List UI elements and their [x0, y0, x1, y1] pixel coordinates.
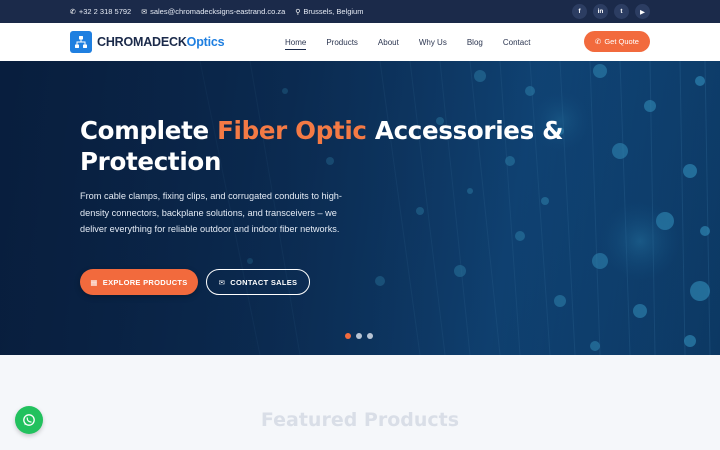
get-quote-button[interactable]: ✆ Get Quote [584, 31, 650, 52]
location-text: Brussels, Belgium [303, 7, 364, 16]
phone-contact[interactable]: ✆ +32 2 318 5792 [70, 7, 131, 16]
logo-main: CHROMADECK [97, 35, 187, 49]
facebook-icon[interactable]: f [572, 4, 587, 19]
envelope-icon: ✉ [141, 8, 148, 16]
contact-info: ✆ +32 2 318 5792 ✉ sales@chromadecksigns… [70, 0, 363, 23]
location-contact: ⚲ Brussels, Belgium [295, 7, 363, 16]
email-address: sales@chromadecksigns-eastrand.co.za [150, 7, 286, 16]
nav-about[interactable]: About [378, 23, 399, 61]
featured-products-heading: Featured Products [260, 409, 460, 431]
hero-title-highlight: Fiber Optic [217, 116, 367, 145]
hero-title: Complete Fiber Optic Accessories & Prote… [80, 115, 580, 177]
slider-dots [345, 333, 373, 339]
hero-slider: Complete Fiber Optic Accessories & Prote… [0, 61, 720, 355]
twitter-icon[interactable]: t [614, 4, 629, 19]
site-logo[interactable]: CHROMADECKOptics [70, 31, 225, 53]
explore-products-label: EXPLORE PRODUCTS [102, 277, 188, 287]
contact-sales-button[interactable]: ✉ CONTACT SALES [206, 269, 310, 295]
whatsapp-float-button[interactable] [15, 406, 43, 434]
whatsapp-icon [23, 414, 35, 426]
nav-why-us[interactable]: Why Us [419, 23, 447, 61]
slider-dot-3[interactable] [367, 333, 373, 339]
linkedin-icon[interactable]: in [593, 4, 608, 19]
youtube-icon[interactable]: ▶ [635, 4, 650, 19]
phone-number: +32 2 318 5792 [78, 7, 132, 16]
site-header: CHROMADECKOptics Home Products About Why… [0, 23, 720, 61]
nav-contact[interactable]: Contact [503, 23, 531, 61]
top-bar: ✆ +32 2 318 5792 ✉ sales@chromadecksigns… [0, 0, 720, 23]
get-quote-label: Get Quote [604, 37, 639, 46]
logo-accent: Optics [186, 35, 225, 49]
slider-dot-1[interactable] [345, 333, 351, 339]
hero-title-part1: Complete [80, 116, 218, 145]
hero-description: From cable clamps, fixing clips, and cor… [80, 191, 342, 234]
email-contact[interactable]: ✉ sales@chromadecksigns-eastrand.co.za [141, 7, 285, 16]
nav-home[interactable]: Home [285, 23, 307, 61]
whatsapp-icon: ✆ [595, 37, 602, 46]
main-nav: Home Products About Why Us Blog Contact [285, 23, 530, 61]
phone-icon: ✆ [70, 8, 76, 16]
social-links: f in t ▶ [572, 4, 650, 19]
envelope-icon: ✉ [218, 277, 226, 287]
explore-products-button[interactable]: ▦ EXPLORE PRODUCTS [80, 269, 198, 295]
slider-dot-2[interactable] [356, 333, 362, 339]
nav-blog[interactable]: Blog [467, 23, 483, 61]
network-logo-icon [70, 31, 92, 53]
map-pin-icon: ⚲ [295, 8, 301, 16]
logo-text: CHROMADECKOptics [97, 35, 225, 49]
catalog-icon: ▦ [90, 277, 98, 287]
nav-products[interactable]: Products [326, 23, 358, 61]
contact-sales-label: CONTACT SALES [230, 277, 298, 287]
